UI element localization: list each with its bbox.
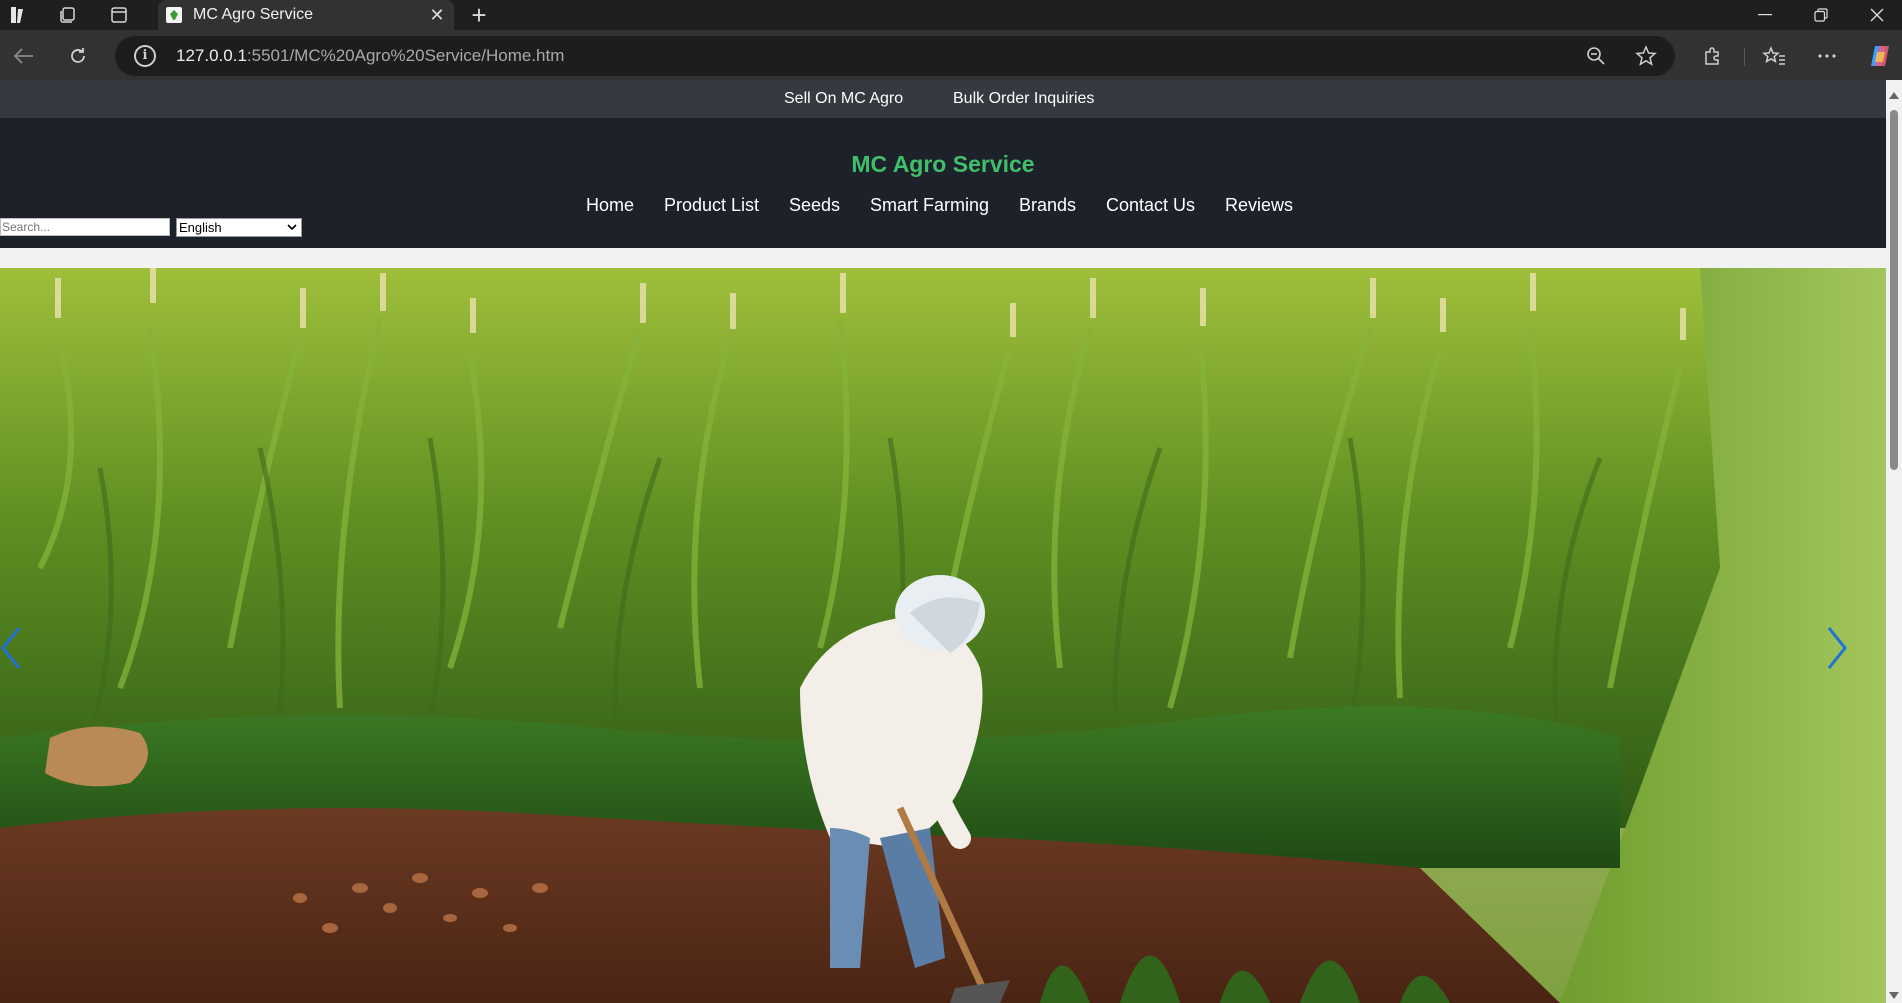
restore-icon[interactable]: [1793, 0, 1849, 30]
scroll-up-icon[interactable]: [1889, 92, 1899, 99]
site-header: MC Agro Service Home Product List Seeds …: [0, 118, 1886, 248]
browser-tab[interactable]: MC Agro Service ✕: [158, 0, 454, 31]
url-host: 127.0.0.1: [176, 46, 247, 65]
nav-product-list[interactable]: Product List: [664, 194, 759, 216]
url-text[interactable]: 127.0.0.1:5501/MC%20Agro%20Service/Home.…: [176, 46, 564, 66]
chevron-down-icon: [287, 220, 297, 237]
site-favicon-icon: [166, 7, 182, 23]
nav-contact-us[interactable]: Contact Us: [1106, 194, 1195, 216]
page-scrollbar[interactable]: [1886, 80, 1902, 1003]
favorites-icon[interactable]: [1758, 40, 1790, 72]
web-page: Sell On MC Agro Bulk Order Inquiries MC …: [0, 80, 1886, 1003]
bulk-order-inquiries-link[interactable]: Bulk Order Inquiries: [953, 80, 1094, 118]
zoom-out-icon[interactable]: [1580, 40, 1612, 72]
site-info-icon[interactable]: i: [134, 45, 156, 67]
scrollbar-thumb[interactable]: [1890, 110, 1898, 470]
extensions-icon[interactable]: [1697, 40, 1729, 72]
nav-reviews[interactable]: Reviews: [1225, 194, 1293, 216]
browser-titlebar: MC Agro Service ✕ +: [0, 0, 1902, 31]
vertical-tabs-icon[interactable]: [102, 0, 136, 30]
new-tab-icon[interactable]: +: [462, 0, 496, 30]
reload-icon[interactable]: [62, 40, 94, 72]
profile-icon[interactable]: [2, 0, 32, 30]
workspaces-icon[interactable]: [50, 0, 84, 30]
carousel-prev-button[interactable]: [0, 626, 40, 686]
more-options-icon[interactable]: [1811, 40, 1843, 72]
nav-seeds[interactable]: Seeds: [789, 194, 840, 216]
toolbar-divider: [1744, 48, 1745, 66]
nav-smart-farming[interactable]: Smart Farming: [870, 194, 989, 216]
nav-brands[interactable]: Brands: [1019, 194, 1076, 216]
utility-bar: Sell On MC Agro Bulk Order Inquiries: [0, 80, 1886, 118]
url-path: :5501/MC%20Agro%20Service/Home.htm: [246, 46, 565, 65]
back-arrow-icon[interactable]: [8, 40, 40, 72]
hero-farmer-image: [0, 268, 1886, 1003]
tab-title: MC Agro Service: [193, 6, 314, 23]
favorite-star-icon[interactable]: [1630, 40, 1662, 72]
carousel-next-button[interactable]: [1826, 626, 1866, 686]
site-brand-title[interactable]: MC Agro Service: [0, 151, 1886, 178]
tab-close-icon[interactable]: ✕: [424, 0, 450, 30]
minimize-icon[interactable]: [1737, 0, 1793, 30]
copilot-icon[interactable]: [1864, 40, 1896, 72]
hero-carousel: [0, 268, 1886, 1003]
nav-home[interactable]: Home: [586, 194, 634, 216]
header-spacer: [0, 248, 1886, 268]
close-window-icon[interactable]: [1849, 0, 1902, 30]
sell-on-mc-agro-link[interactable]: Sell On MC Agro: [784, 80, 903, 118]
language-selected-value: English: [179, 220, 222, 235]
language-select[interactable]: English: [176, 218, 302, 237]
scroll-down-icon[interactable]: [1889, 992, 1899, 999]
search-input[interactable]: [0, 218, 170, 236]
